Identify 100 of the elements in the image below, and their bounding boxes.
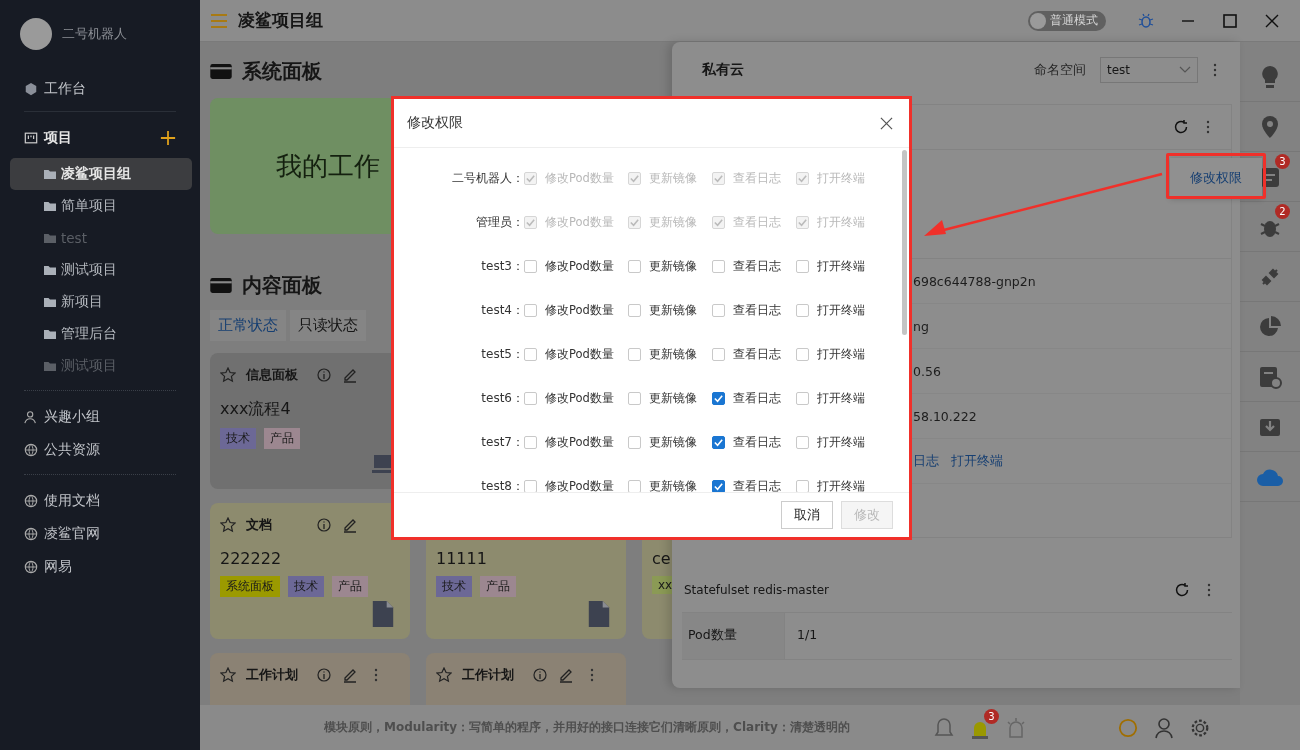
checkbox[interactable] bbox=[712, 435, 725, 449]
more-icon[interactable] bbox=[1212, 62, 1218, 78]
bell-icon[interactable] bbox=[934, 716, 954, 739]
nav-link[interactable]: 凌鲨官网 bbox=[0, 517, 200, 550]
edit-icon[interactable] bbox=[342, 667, 358, 683]
menu-item[interactable]: 修改权限 bbox=[1190, 169, 1242, 187]
panel-title: Statefulset redis-master bbox=[684, 583, 829, 597]
checkbox-label: 修改Pod数量 bbox=[545, 302, 614, 318]
globe-icon bbox=[24, 559, 38, 574]
checkbox[interactable] bbox=[796, 479, 809, 492]
section-title: 系统面板 bbox=[242, 57, 322, 85]
star-icon[interactable] bbox=[220, 517, 236, 533]
project-item[interactable]: 管理后台 bbox=[10, 318, 192, 350]
namespace-select[interactable]: test bbox=[1100, 57, 1198, 83]
ring-icon[interactable] bbox=[1118, 716, 1138, 739]
close-icon[interactable] bbox=[1264, 12, 1280, 29]
checkbox-label: 更新镜像 bbox=[649, 302, 697, 318]
checkbox[interactable] bbox=[796, 259, 809, 273]
edit-icon[interactable] bbox=[558, 667, 574, 683]
nav-link[interactable]: 网易 bbox=[0, 550, 200, 583]
refresh-icon[interactable] bbox=[1174, 582, 1190, 598]
maximize-icon[interactable] bbox=[1222, 12, 1238, 29]
info-icon[interactable] bbox=[316, 367, 332, 383]
count-badge: 3 bbox=[1275, 154, 1290, 169]
checkbox[interactable] bbox=[712, 303, 725, 317]
checkbox[interactable] bbox=[712, 391, 725, 405]
checkbox-label: 打开终端 bbox=[817, 258, 865, 274]
checkbox[interactable] bbox=[796, 391, 809, 405]
refresh-icon[interactable] bbox=[1173, 119, 1189, 135]
project-item[interactable]: 新项目 bbox=[10, 286, 192, 318]
content-card[interactable]: 文档 222222 系统面板 技术 产品 bbox=[210, 503, 410, 639]
content-card[interactable]: 工作计划 bbox=[426, 653, 626, 705]
checkbox[interactable] bbox=[796, 303, 809, 317]
project-item[interactable]: 凌鲨项目组 bbox=[10, 158, 192, 190]
checkbox[interactable] bbox=[524, 391, 537, 405]
project-item[interactable]: 测试项目 bbox=[10, 254, 192, 286]
tag: 技术 bbox=[220, 428, 256, 449]
checkbox[interactable] bbox=[524, 347, 537, 361]
checkbox[interactable] bbox=[628, 347, 641, 361]
star-icon[interactable] bbox=[220, 667, 236, 683]
info-icon[interactable] bbox=[316, 667, 332, 683]
nav-item[interactable]: 公共资源 bbox=[0, 433, 200, 466]
card-title: 文档 bbox=[246, 516, 273, 534]
checkbox[interactable] bbox=[796, 347, 809, 361]
card-text: 222222 bbox=[220, 549, 283, 568]
card-icon bbox=[210, 63, 232, 79]
add-icon[interactable] bbox=[160, 130, 176, 146]
checkbox[interactable] bbox=[628, 259, 641, 273]
info-icon[interactable] bbox=[316, 517, 332, 533]
member-name: test3： bbox=[480, 257, 524, 275]
bug-icon[interactable] bbox=[1138, 12, 1154, 29]
scrollbar[interactable] bbox=[902, 150, 907, 335]
checkbox-label: 查看日志 bbox=[733, 390, 781, 406]
project-item[interactable]: 简单项目 bbox=[10, 190, 192, 222]
checkbox-label: 修改Pod数量 bbox=[545, 478, 614, 492]
checkbox-label: 打开终端 bbox=[817, 214, 865, 230]
checkbox[interactable] bbox=[524, 435, 537, 449]
globe-icon bbox=[24, 493, 38, 508]
checkbox[interactable] bbox=[628, 435, 641, 449]
checkbox[interactable] bbox=[712, 259, 725, 273]
user-icon[interactable] bbox=[1154, 716, 1174, 739]
checkbox-label: 更新镜像 bbox=[649, 390, 697, 406]
checkbox[interactable] bbox=[524, 259, 537, 273]
checkbox[interactable] bbox=[628, 479, 641, 492]
more-icon[interactable] bbox=[1206, 582, 1212, 598]
edit-icon[interactable] bbox=[342, 367, 358, 383]
dialog-button[interactable]: 取消 bbox=[781, 501, 833, 529]
content-card[interactable]: 工作计划 bbox=[210, 653, 410, 705]
checkbox[interactable] bbox=[796, 435, 809, 449]
tab[interactable]: 只读状态 bbox=[290, 310, 366, 341]
checkbox[interactable] bbox=[628, 391, 641, 405]
more-icon[interactable] bbox=[1205, 119, 1211, 135]
checkbox-label: 打开终端 bbox=[817, 302, 865, 318]
checkbox[interactable] bbox=[712, 347, 725, 361]
checkbox[interactable] bbox=[524, 479, 537, 492]
nav-link[interactable]: 使用文档 bbox=[0, 484, 200, 517]
member-name: test8： bbox=[480, 477, 524, 492]
checkbox[interactable] bbox=[628, 303, 641, 317]
folder-icon bbox=[44, 297, 56, 307]
tab[interactable]: 正常状态 bbox=[210, 310, 286, 341]
checkbox[interactable] bbox=[524, 303, 537, 317]
checkbox-label: 更新镜像 bbox=[649, 170, 697, 186]
card-title: 我的工作 bbox=[276, 149, 380, 183]
checkbox-label: 打开终端 bbox=[817, 346, 865, 362]
mode-toggle[interactable]: 普通模式 bbox=[1028, 10, 1106, 31]
action-link[interactable]: 日志 bbox=[913, 452, 939, 470]
nav-item[interactable]: 兴趣小组 bbox=[0, 400, 200, 433]
alarm-light-icon[interactable] bbox=[1006, 716, 1026, 739]
action-link[interactable]: 打开终端 bbox=[951, 452, 1003, 470]
close-icon[interactable] bbox=[880, 116, 893, 130]
card-text: xxx流程4 bbox=[220, 399, 292, 420]
edit-icon[interactable] bbox=[342, 517, 358, 533]
star-icon[interactable] bbox=[436, 667, 452, 683]
info-icon[interactable] bbox=[532, 667, 548, 683]
avatar[interactable] bbox=[20, 18, 52, 50]
tag: 技术 bbox=[436, 576, 472, 597]
member-name: 管理员： bbox=[475, 213, 524, 231]
star-icon[interactable] bbox=[220, 367, 236, 383]
checkbox[interactable] bbox=[712, 479, 725, 492]
nav-item[interactable]: 工作台 bbox=[0, 72, 200, 105]
